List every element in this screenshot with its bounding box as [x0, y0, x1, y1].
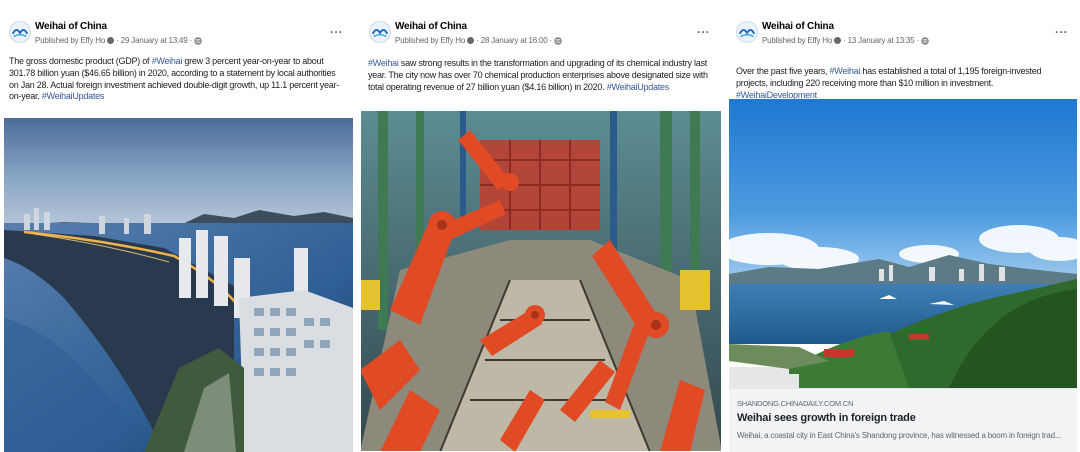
globe-icon	[921, 36, 929, 45]
post-photo-coastal-city[interactable]	[4, 118, 353, 452]
hashtag-link[interactable]: #Weihai	[152, 56, 183, 66]
more-options-icon[interactable]: ...	[1055, 23, 1068, 35]
post-text: The gross domestic product (GDP) of #Wei…	[9, 56, 347, 103]
published-by: Published by Effy Ho	[395, 36, 466, 45]
post-header: Weihai of China Published by Effy Ho · 2…	[0, 0, 355, 52]
post-header: Weihai of China Published by Effy Ho · 1…	[727, 0, 1080, 52]
link-title[interactable]: Weihai sees growth in foreign trade	[737, 412, 916, 424]
post-date[interactable]: 13 January at 13:35	[848, 36, 915, 45]
published-by: Published by Effy Ho	[762, 36, 833, 45]
page-avatar[interactable]	[369, 21, 391, 43]
verified-dot-icon	[467, 37, 475, 44]
page-avatar[interactable]	[736, 21, 758, 43]
post-card-foreign-investment: Weihai of China Published by Effy Ho · 1…	[727, 0, 1080, 452]
post-photo-bay-panorama[interactable]	[729, 99, 1077, 388]
post-text-part: The gross domestic product (GDP) of	[9, 56, 152, 66]
globe-icon	[554, 36, 562, 45]
link-preview-card[interactable]: SHANDONG.CHINADAILY.COM.CN Weihai sees g…	[729, 388, 1077, 452]
post-photo-robotic-assembly-line[interactable]	[360, 110, 722, 452]
post-text: #Weihai saw strong results in the transf…	[368, 58, 714, 93]
post-card-chemical-industry: Weihai of China Published by Effy Ho · 2…	[360, 0, 722, 452]
more-options-icon[interactable]: ...	[697, 23, 710, 35]
verified-dot-icon	[834, 37, 842, 44]
globe-icon	[194, 36, 202, 45]
post-meta: Published by Effy Ho · 28 January at 16:…	[395, 36, 562, 45]
more-options-icon[interactable]: ...	[330, 23, 343, 35]
post-meta: Published by Effy Ho · 13 January at 13:…	[762, 36, 929, 45]
link-description: Weihai, a coastal city in East China's S…	[737, 431, 1061, 440]
published-by: Published by Effy Ho	[35, 36, 106, 45]
hashtag-link[interactable]: #WeihaiUpdates	[42, 91, 105, 101]
post-text-part: Over the past five years,	[736, 66, 830, 76]
hashtag-link[interactable]: #Weihai	[368, 58, 399, 68]
page-name[interactable]: Weihai of China	[762, 21, 834, 32]
page-avatar[interactable]	[9, 21, 31, 43]
hashtag-link[interactable]: #WeihaiUpdates	[607, 82, 670, 92]
link-domain: SHANDONG.CHINADAILY.COM.CN	[737, 399, 854, 408]
post-text: Over the past five years, #Weihai has es…	[736, 66, 1072, 101]
post-meta: Published by Effy Ho · 29 January at 13:…	[35, 36, 202, 45]
verified-dot-icon	[107, 37, 115, 44]
page-name[interactable]: Weihai of China	[35, 21, 107, 32]
post-date[interactable]: 29 January at 13:49	[121, 36, 188, 45]
post-header: Weihai of China Published by Effy Ho · 2…	[360, 0, 722, 52]
post-date[interactable]: 28 January at 16:00	[481, 36, 548, 45]
post-card-gdp: Weihai of China Published by Effy Ho · 2…	[0, 0, 355, 452]
page-name[interactable]: Weihai of China	[395, 21, 467, 32]
hashtag-link[interactable]: #Weihai	[830, 66, 861, 76]
